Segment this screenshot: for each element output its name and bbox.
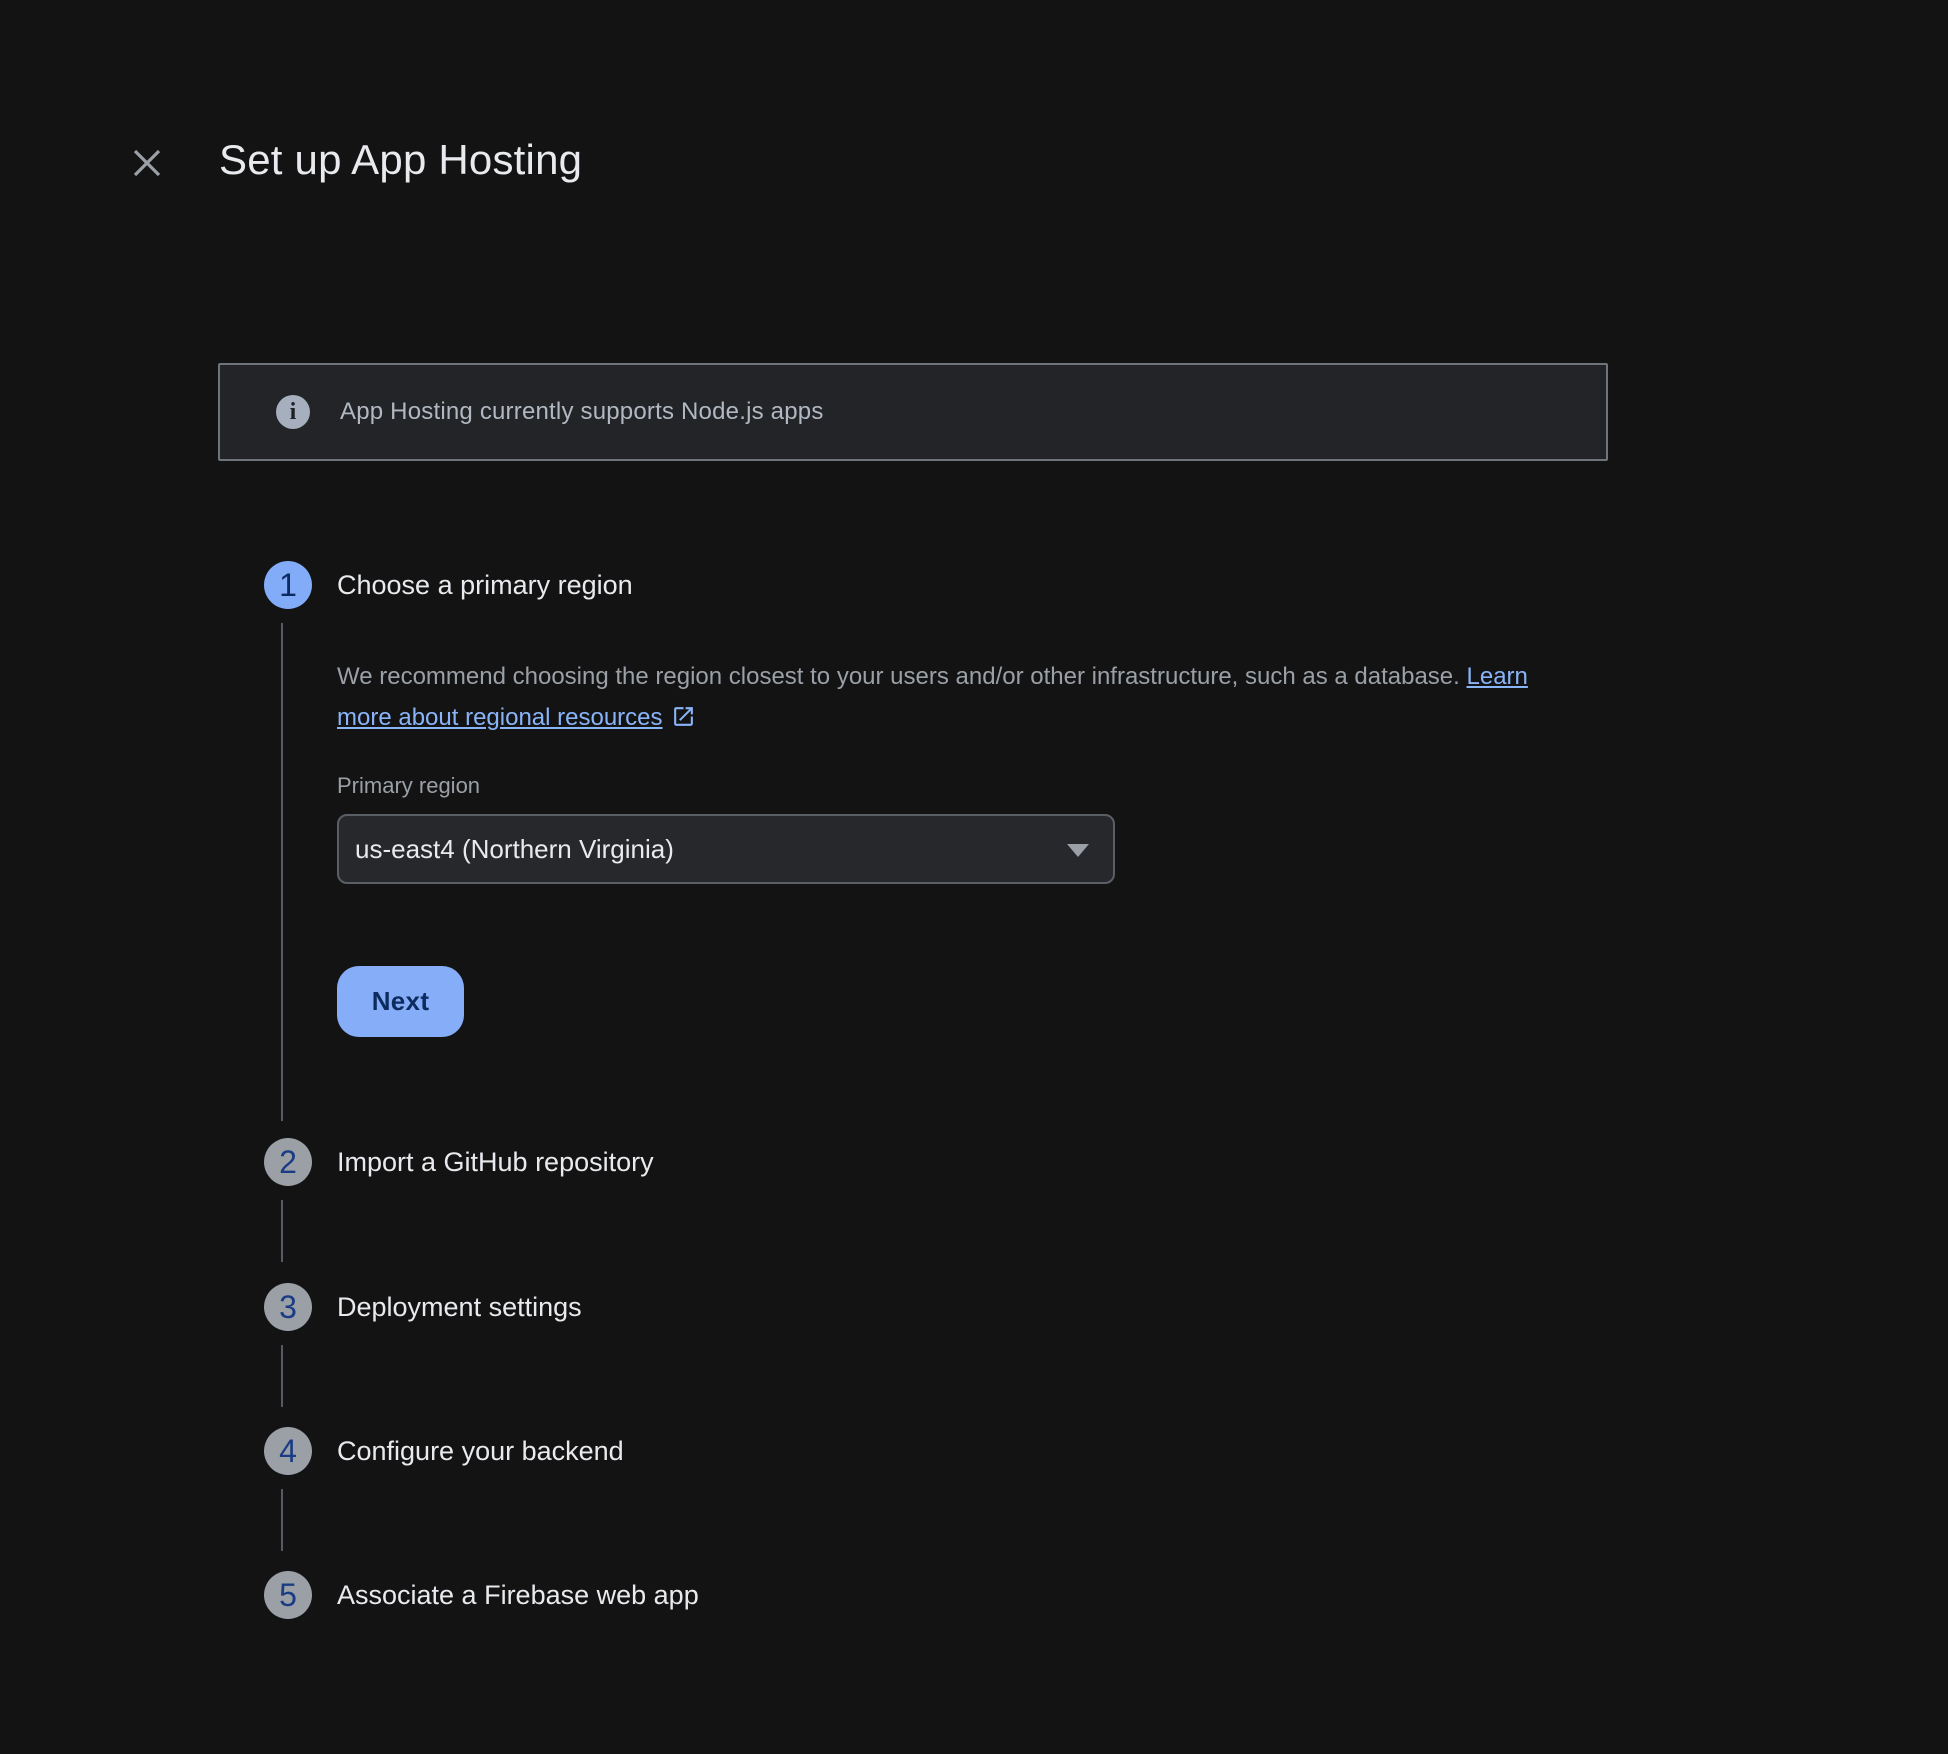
primary-region-label: Primary region — [337, 773, 480, 799]
step-1-indicator: 1 — [264, 561, 312, 609]
chevron-down-icon — [1067, 844, 1089, 857]
step-5-title: Associate a Firebase web app — [337, 1580, 699, 1611]
step-1-title: Choose a primary region — [337, 570, 633, 601]
close-button[interactable] — [122, 138, 172, 188]
primary-region-select[interactable]: us-east4 (Northern Virginia) — [337, 814, 1115, 884]
step-connector — [281, 1345, 283, 1407]
close-icon — [128, 144, 166, 182]
step-3-title: Deployment settings — [337, 1292, 582, 1323]
step-connector — [281, 1200, 283, 1262]
step-connector — [281, 623, 283, 1121]
step-2-title: Import a GitHub repository — [337, 1147, 654, 1178]
step-5-indicator: 5 — [264, 1571, 312, 1619]
description-text: We recommend choosing the region closest… — [337, 663, 1460, 690]
step-5-number: 5 — [279, 1577, 297, 1614]
step-2-number: 2 — [279, 1144, 297, 1181]
next-button[interactable]: Next — [337, 966, 464, 1037]
primary-region-value: us-east4 (Northern Virginia) — [355, 834, 674, 865]
info-banner-message: App Hosting currently supports Node.js a… — [340, 398, 824, 426]
step-4-indicator: 4 — [264, 1427, 312, 1475]
step-4-number: 4 — [279, 1433, 297, 1470]
external-link-icon — [671, 701, 696, 742]
step-1-number: 1 — [279, 567, 297, 604]
app-hosting-setup-dialog: Set up App Hosting i App Hosting current… — [0, 0, 1948, 1754]
step-4-title: Configure your backend — [337, 1436, 624, 1467]
page-title: Set up App Hosting — [219, 136, 582, 184]
step-3-indicator: 3 — [264, 1283, 312, 1331]
info-icon: i — [276, 395, 310, 429]
step-1-description: We recommend choosing the region closest… — [337, 656, 1542, 742]
step-connector — [281, 1489, 283, 1551]
step-2-indicator: 2 — [264, 1138, 312, 1186]
info-banner: i App Hosting currently supports Node.js… — [218, 363, 1608, 461]
step-3-number: 3 — [279, 1289, 297, 1326]
